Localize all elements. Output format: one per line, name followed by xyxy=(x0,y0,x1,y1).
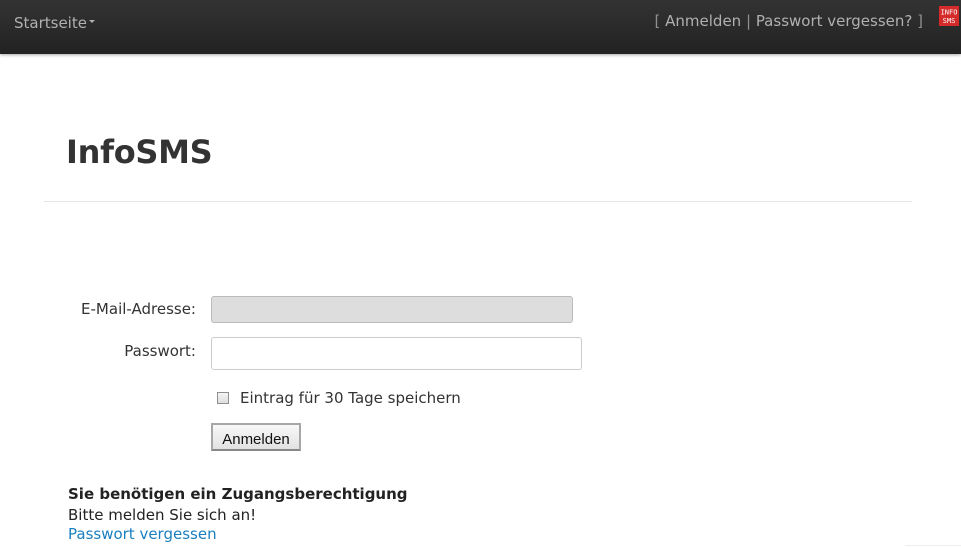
access-notice-text: Bitte melden Sie sich an! xyxy=(68,506,257,524)
header-divider xyxy=(44,201,912,202)
account-links: [ Anmelden | Passwort vergessen? ] xyxy=(655,12,924,30)
infosms-logo-icon: INFO SMS xyxy=(939,6,959,26)
bracket-open: [ xyxy=(654,12,661,30)
remember-label: Eintrag für 30 Tage speichern xyxy=(240,389,461,407)
email-label: E-Mail-Adresse: xyxy=(81,300,196,318)
home-dropdown[interactable]: Startseite xyxy=(14,14,95,32)
corner-divider xyxy=(905,545,961,546)
bracket-close: ] xyxy=(917,12,923,30)
link-separator: | xyxy=(745,12,752,30)
top-navbar: Startseite [ Anmelden | Passwort vergess… xyxy=(0,0,961,54)
remember-checkbox[interactable] xyxy=(217,392,229,404)
access-notice-title: Sie benötigen ein Zugangsberechtigung xyxy=(68,485,408,503)
page-title: InfoSMS xyxy=(66,133,213,171)
password-field[interactable] xyxy=(211,337,582,370)
login-button[interactable]: Anmelden xyxy=(211,423,301,451)
forgot-password-footer-link[interactable]: Passwort vergessen xyxy=(68,525,217,543)
logo-text-bottom: SMS xyxy=(943,17,956,25)
email-field[interactable] xyxy=(211,296,573,323)
login-link[interactable]: Anmelden xyxy=(665,12,741,30)
forgot-password-link[interactable]: Passwort vergessen? xyxy=(756,12,913,30)
home-dropdown-label: Startseite xyxy=(14,14,87,32)
logo-text-top: INFO xyxy=(941,9,958,17)
password-label: Passwort: xyxy=(124,342,196,360)
caret-down-icon xyxy=(88,20,95,23)
